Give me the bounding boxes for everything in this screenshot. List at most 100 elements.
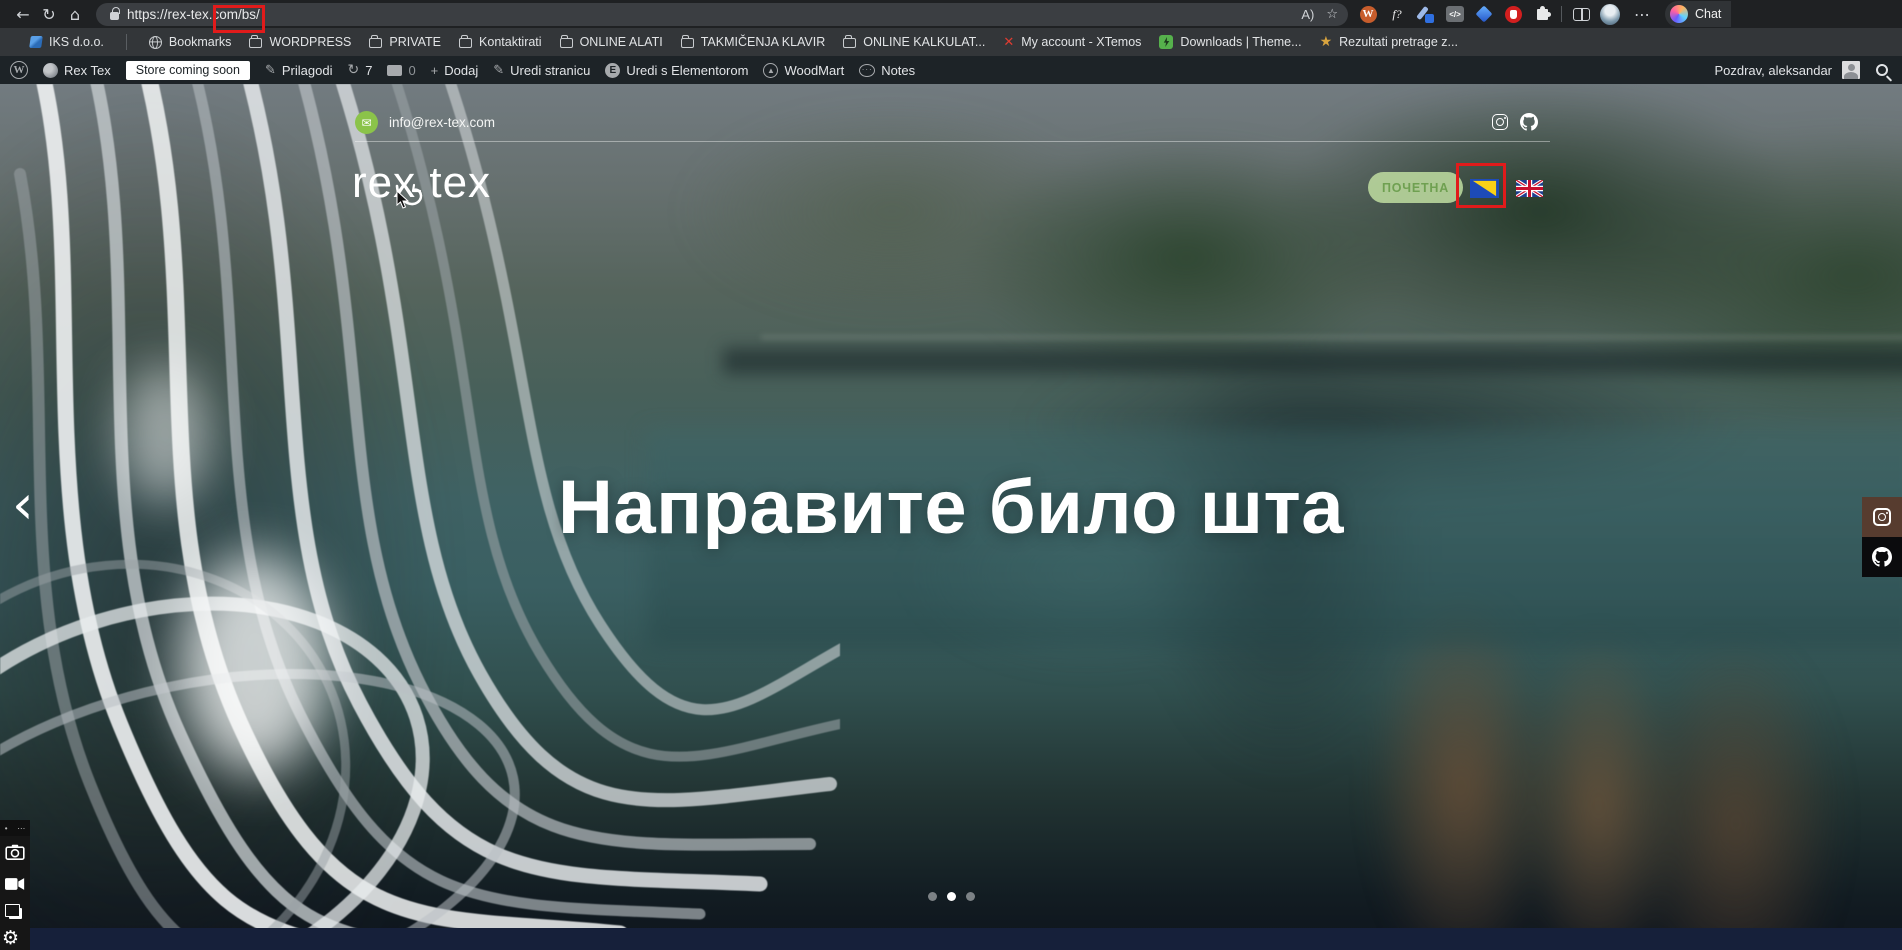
home-icon[interactable]: ⌂ (62, 2, 88, 26)
footer-strip (0, 928, 1902, 950)
copy-icon (9, 908, 22, 919)
settings-gear-button[interactable]: ⚙ (0, 926, 30, 950)
copilot-icon (1670, 5, 1688, 23)
lock-icon (110, 12, 119, 20)
elementor-icon: E (605, 63, 620, 78)
add-new-menu[interactable]: + Dodaj (431, 63, 479, 78)
address-bar[interactable]: https://rex-tex.com/bs/ A) ☆ (96, 3, 1348, 26)
wp-logo-menu[interactable]: W (10, 61, 28, 79)
github-icon[interactable] (1520, 113, 1538, 131)
bookmarks-separator (126, 34, 127, 50)
bookmark-bookmarks[interactable]: Bookmarks (149, 35, 232, 49)
toolbar-separator (1561, 6, 1562, 22)
folder-icon (843, 38, 856, 48)
bookmark-folder-takmicenja-klavir[interactable]: TAKMIČENJA KLAVIR (681, 35, 826, 49)
bookmark-folder-kontaktirati[interactable]: Kontaktirati (459, 35, 542, 49)
split-screen-icon[interactable] (1571, 4, 1591, 24)
mini-more-icon: ⋯ (17, 824, 25, 833)
notes-bubble-icon: ··· (859, 64, 875, 77)
slider-prev-icon[interactable]: ‹ (12, 478, 34, 532)
updates-menu[interactable]: ↻ 7 (347, 62, 372, 78)
slider-dots (0, 892, 1902, 901)
wordpress-extension-icon[interactable]: W (1358, 4, 1378, 24)
browser-profile-avatar[interactable] (1600, 4, 1620, 24)
folder-icon (249, 38, 262, 48)
comments-menu[interactable]: 0 (387, 63, 415, 78)
search-icon[interactable] (1876, 64, 1888, 76)
refresh-icon[interactable]: ↻ (36, 2, 62, 26)
mini-dot-icon: • (5, 824, 8, 833)
video-camera-icon (5, 877, 25, 891)
bookmark-iks[interactable]: IKS d.o.o. (30, 35, 104, 49)
capture-mini-bar[interactable]: • ⋯ (0, 820, 30, 836)
header-email[interactable]: ✉ info@rex-tex.com (355, 111, 495, 134)
website-hero: ✉ info@rex-tex.com rex tex ПОЧЕТНА (0, 84, 1902, 950)
extensions-puzzle-icon[interactable] (1532, 4, 1552, 24)
folder-icon (560, 38, 573, 48)
copy-pages-button[interactable] (0, 900, 30, 926)
adblock-extension-icon[interactable] (1503, 4, 1523, 24)
bookmark-folder-private[interactable]: PRIVATE (369, 35, 441, 49)
copilot-button[interactable]: Chat (1665, 1, 1731, 27)
updates-icon: ↻ (347, 62, 359, 78)
slider-dot-1[interactable] (928, 892, 937, 901)
brush-icon: ✎ (265, 63, 276, 78)
diamond-extension-icon[interactable] (1474, 4, 1494, 24)
globe-icon (149, 36, 162, 49)
header-social-links (1492, 113, 1538, 131)
site-logo[interactable]: rex tex (352, 158, 491, 208)
comments-bubble-icon (387, 65, 402, 76)
customize-menu[interactable]: ✎ Prilagodi (265, 63, 333, 78)
bookmark-folder-online-kalkulatori[interactable]: ONLINE KALKULAT... (843, 35, 985, 49)
folder-icon (369, 38, 382, 48)
folder-icon (681, 38, 694, 48)
pencil-icon: ✎ (493, 63, 504, 78)
edit-page-menu[interactable]: ✎ Uredi stranicu (493, 63, 590, 78)
background-bridge (723, 348, 1902, 374)
github-icon (1872, 547, 1892, 567)
floating-social-bar (1862, 497, 1902, 577)
instagram-icon[interactable] (1492, 114, 1508, 130)
screen-record-button[interactable] (0, 868, 30, 900)
favorite-star-icon[interactable]: ☆ (1326, 6, 1338, 22)
more-menu-icon[interactable]: ⋯ (1629, 2, 1655, 26)
read-aloud-icon[interactable]: A) (1301, 7, 1314, 22)
admin-greeting[interactable]: Pozdrav, aleksandar (1714, 63, 1832, 78)
copilot-label: Chat (1695, 7, 1721, 21)
screenshot-camera-button[interactable] (0, 836, 30, 868)
woodmart-menu[interactable]: ▲ WoodMart (763, 63, 844, 78)
camera-icon (5, 844, 25, 860)
admin-avatar[interactable] (1842, 61, 1860, 79)
bookmark-xtemos-account[interactable]: ✕ My account - XTemos (1003, 34, 1141, 50)
edit-with-elementor-menu[interactable]: E Uredi s Elementorom (605, 63, 748, 78)
xtemos-icon: ✕ (1003, 34, 1014, 50)
woodmart-icon: ▲ (763, 63, 778, 78)
hero-title: Направите било шта (0, 464, 1902, 551)
background-bridge-rail (761, 335, 1902, 340)
bookmarks-bar: IKS d.o.o. Bookmarks WORDPRESS PRIVATE K… (0, 28, 1902, 56)
site-favicon-icon (43, 63, 58, 78)
back-icon[interactable]: ← (10, 2, 36, 26)
notes-menu[interactable]: ··· Notes (859, 63, 915, 78)
bookmark-downloads-theme[interactable]: Downloads | Theme... (1159, 35, 1301, 49)
wp-admin-bar: W Rex Tex Store coming soon ✎ Prilagodi … (0, 56, 1902, 84)
envelope-icon: ✉ (355, 111, 378, 134)
menu-item-home[interactable]: ПОЧЕТНА (1368, 172, 1463, 203)
colorpicker-extension-icon[interactable] (1416, 4, 1436, 24)
bookmark-rezultati-pretrage[interactable]: ★ Rezultati pretrage z... (1320, 35, 1458, 49)
bookmark-folder-wordpress[interactable]: WORDPRESS (249, 35, 351, 49)
site-name-menu[interactable]: Rex Tex (43, 63, 111, 78)
store-coming-soon-badge: Store coming soon (126, 61, 250, 80)
slider-dot-3[interactable] (966, 892, 975, 901)
font-extension-icon[interactable]: f? (1387, 4, 1407, 24)
github-sidebar-button[interactable] (1862, 537, 1902, 577)
email-text: info@rex-tex.com (389, 115, 495, 130)
code-extension-icon[interactable]: </> (1445, 4, 1465, 24)
uk-flag-icon[interactable] (1516, 180, 1543, 197)
wordpress-logo-icon: W (10, 61, 28, 79)
annotation-box-url-bs (213, 5, 265, 33)
bookmark-folder-online-alati[interactable]: ONLINE ALATI (560, 35, 663, 49)
instagram-sidebar-button[interactable] (1862, 497, 1902, 537)
extensions-area: W f? </> ⋯ (1358, 2, 1655, 26)
slider-dot-2-active[interactable] (947, 892, 956, 901)
